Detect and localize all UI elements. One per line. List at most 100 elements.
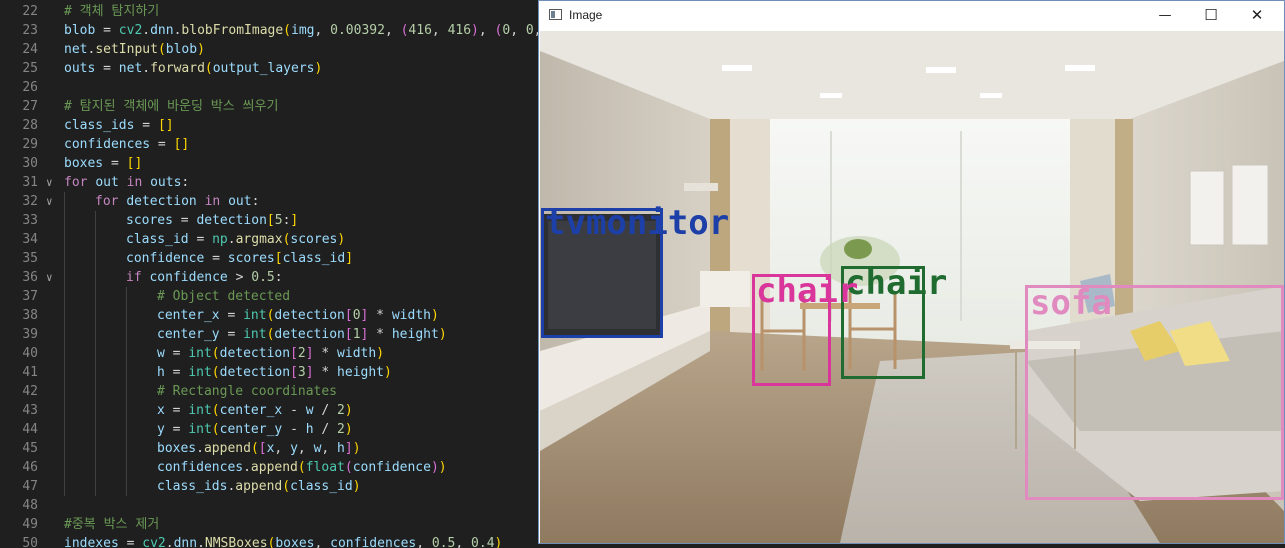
code-line[interactable]: 44 y = int(center_y - h / 2) xyxy=(0,420,538,439)
code-text: boxes.append([x, y, w, h]) xyxy=(157,439,361,458)
code-token: = xyxy=(219,308,244,323)
line-number: 46 xyxy=(22,460,38,475)
line-number: 28 xyxy=(22,118,38,133)
code-text: indexes = cv2.dnn.NMSBoxes(boxes, confid… xyxy=(64,534,502,548)
indent-guide xyxy=(126,420,127,439)
code-token: # 탐지된 객체에 바운딩 박스 씌우기 xyxy=(64,99,279,114)
line-number: 25 xyxy=(22,61,38,76)
window-titlebar[interactable]: Image — ☐ ✕ xyxy=(539,1,1284,30)
code-token: net xyxy=(64,42,88,57)
code-token: ) xyxy=(352,441,361,456)
code-token: [ xyxy=(274,251,283,266)
code-token: ) xyxy=(438,460,447,475)
code-token: width xyxy=(391,308,431,323)
code-line[interactable]: 35 confidence = scores[class_id] xyxy=(0,249,538,268)
maximize-button[interactable]: ☐ xyxy=(1188,1,1234,30)
code-token: , xyxy=(274,441,291,456)
code-text: center_x = int(detection[0] * width) xyxy=(157,306,439,325)
code-line[interactable]: 46 confidences.append(float(confidence)) xyxy=(0,458,538,477)
code-token: ( xyxy=(211,346,220,361)
code-token: class_id xyxy=(282,251,346,266)
code-token: [ xyxy=(266,213,275,228)
code-line[interactable]: 24 net.setInput(blob) xyxy=(0,40,538,59)
code-editor[interactable]: 22 # 객체 탐지하기 23 blob = cv2.dnn.blobFromImag… xyxy=(0,0,538,548)
indent-guide xyxy=(64,344,65,363)
code-token: outs xyxy=(64,61,96,76)
fold-chevron-icon[interactable]: ∨ xyxy=(46,268,58,287)
code-line[interactable]: 33 scores = detection[5:] xyxy=(0,211,538,230)
code-token: boxes xyxy=(64,156,104,171)
code-line[interactable]: 28 class_ids = [] xyxy=(0,116,538,135)
close-button[interactable]: ✕ xyxy=(1234,1,1280,30)
line-number: 47 xyxy=(22,479,38,494)
code-line[interactable]: 45 boxes.append([x, y, w, h]) xyxy=(0,439,538,458)
code-line[interactable]: 37 # Object detected xyxy=(0,287,538,306)
code-token: np xyxy=(212,232,228,247)
code-line[interactable]: 31 ∨ for out in outs: xyxy=(0,173,538,192)
line-number: 42 xyxy=(22,384,38,399)
code-text: x = int(center_x - w / 2) xyxy=(157,401,353,420)
code-token: - xyxy=(282,422,306,437)
code-token: confidences xyxy=(157,460,244,475)
code-text: # 탐지된 객체에 바운딩 박스 씌우기 xyxy=(64,97,278,116)
code-token: [ xyxy=(290,365,298,380)
code-token: confidences xyxy=(64,137,151,152)
image-window[interactable]: Image — ☐ ✕ tvmonitor chair chair sofa xyxy=(538,0,1285,544)
code-line[interactable]: 38 center_x = int(detection[0] * width) xyxy=(0,306,538,325)
code-text: outs = net.forward(output_layers) xyxy=(64,59,322,78)
code-token: center_x xyxy=(219,403,283,418)
code-token: = xyxy=(172,213,197,228)
code-line[interactable]: 29 confidences = [] xyxy=(0,135,538,154)
minimize-button[interactable]: — xyxy=(1142,1,1188,30)
code-token: class_ids xyxy=(157,479,228,494)
code-token: [ xyxy=(344,308,353,323)
code-line[interactable]: 47 class_ids.append(class_id) xyxy=(0,477,538,496)
code-line[interactable]: 36 ∨ if confidence > 0.5: xyxy=(0,268,538,287)
code-line[interactable]: 32 ∨ for detection in out: xyxy=(0,192,538,211)
indent-guide xyxy=(126,287,127,306)
code-text: h = int(detection[3] * height) xyxy=(157,363,392,382)
code-text: confidences = [] xyxy=(64,135,189,154)
code-token: , xyxy=(478,23,495,38)
code-token: * xyxy=(313,346,338,361)
code-text: class_ids.append(class_id) xyxy=(157,477,361,496)
code-token: = xyxy=(164,422,189,437)
code-line[interactable]: 27 # 탐지된 객체에 바운딩 박스 씌우기 xyxy=(0,97,538,116)
code-token: , xyxy=(384,23,401,38)
code-token: = xyxy=(95,61,119,76)
code-token: 0.00392 xyxy=(330,23,385,38)
code-line[interactable]: 49 #중복 박스 제거 xyxy=(0,515,538,534)
indent-guide xyxy=(64,382,65,401)
code-token: ) xyxy=(430,308,439,323)
code-line[interactable]: 25 outs = net.forward(output_layers) xyxy=(0,59,538,78)
code-token: append xyxy=(203,441,251,456)
code-token: . xyxy=(227,232,236,247)
fold-chevron-icon[interactable]: ∨ xyxy=(46,192,58,211)
code-line[interactable]: 23 blob = cv2.dnn.blobFromImage(img, 0.00… xyxy=(0,21,538,40)
code-line[interactable]: 48 xyxy=(0,496,538,515)
indent-guide xyxy=(64,439,65,458)
code-token: NMSBoxes xyxy=(204,536,268,548)
code-token: 416 xyxy=(408,23,432,38)
line-number: 40 xyxy=(22,346,38,361)
code-token: = xyxy=(118,536,143,548)
code-line[interactable]: 26 xyxy=(0,78,538,97)
code-line[interactable]: 43 x = int(center_x - w / 2) xyxy=(0,401,538,420)
code-line[interactable]: 40 w = int(detection[2] * width) xyxy=(0,344,538,363)
fold-chevron-icon[interactable]: ∨ xyxy=(46,173,58,192)
code-line[interactable]: 50 indexes = cv2.dnn.NMSBoxes(boxes, conf… xyxy=(0,534,538,548)
code-line[interactable]: 41 h = int(detection[3] * height) xyxy=(0,363,538,382)
code-token: blob xyxy=(165,42,198,57)
code-token: in xyxy=(204,194,221,209)
code-line[interactable]: 42 # Rectangle coordinates xyxy=(0,382,538,401)
code-token: 0.5 xyxy=(251,270,275,285)
code-line[interactable]: 39 center_y = int(detection[1] * height) xyxy=(0,325,538,344)
code-line[interactable]: 34 class_id = np.argmax(scores) xyxy=(0,230,538,249)
code-line[interactable]: 30 boxes = [] xyxy=(0,154,538,173)
indent-guide xyxy=(64,401,65,420)
code-token: = xyxy=(103,156,127,171)
code-token: ( xyxy=(282,479,291,494)
code-line[interactable]: 22 # 객체 탐지하기 xyxy=(0,2,538,21)
